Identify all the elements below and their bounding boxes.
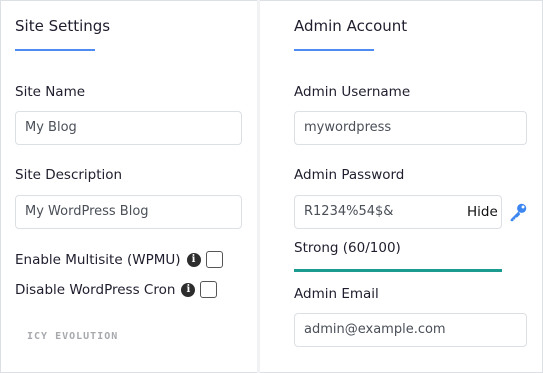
site-settings-underline	[15, 49, 95, 51]
site-name-input[interactable]: My Blog	[15, 111, 242, 145]
disable-cron-row: Disable WordPress Cron i	[15, 281, 218, 298]
site-description-label: Site Description	[15, 167, 123, 183]
admin-account-underline	[294, 49, 374, 51]
admin-account-title: Admin Account	[294, 17, 408, 35]
multisite-checkbox[interactable]	[205, 251, 223, 268]
password-strength-fill	[294, 269, 502, 272]
admin-account-section: Admin Account Admin Username mywordpress…	[257, 0, 543, 373]
admin-email-label: Admin Email	[294, 286, 379, 302]
disable-cron-checkbox[interactable]	[200, 281, 218, 298]
site-settings-section: Site Settings Site Name My Blog Site Des…	[0, 0, 257, 373]
site-description-input[interactable]: My WordPress Blog	[15, 195, 242, 229]
admin-username-label: Admin Username	[294, 84, 411, 100]
hide-password-button[interactable]: Hide	[467, 204, 498, 220]
info-icon[interactable]: i	[181, 282, 196, 297]
password-strength-bar	[294, 269, 502, 272]
password-strength-text: Strong (60/100)	[294, 240, 401, 256]
multisite-label: Enable Multisite (WPMU)	[15, 251, 181, 268]
admin-username-input[interactable]: mywordpress	[294, 111, 527, 145]
site-name-label: Site Name	[15, 84, 86, 100]
admin-password-label: Admin Password	[294, 167, 405, 183]
info-icon[interactable]: i	[186, 252, 201, 267]
admin-email-input[interactable]: admin@example.com	[294, 313, 527, 347]
disable-cron-label: Disable WordPress Cron	[15, 281, 176, 298]
key-icon[interactable]	[507, 201, 529, 223]
multisite-row: Enable Multisite (WPMU) i	[15, 251, 223, 268]
watermark-logo: ICY EVOLUTION	[27, 331, 119, 342]
site-settings-title: Site Settings	[15, 17, 111, 35]
